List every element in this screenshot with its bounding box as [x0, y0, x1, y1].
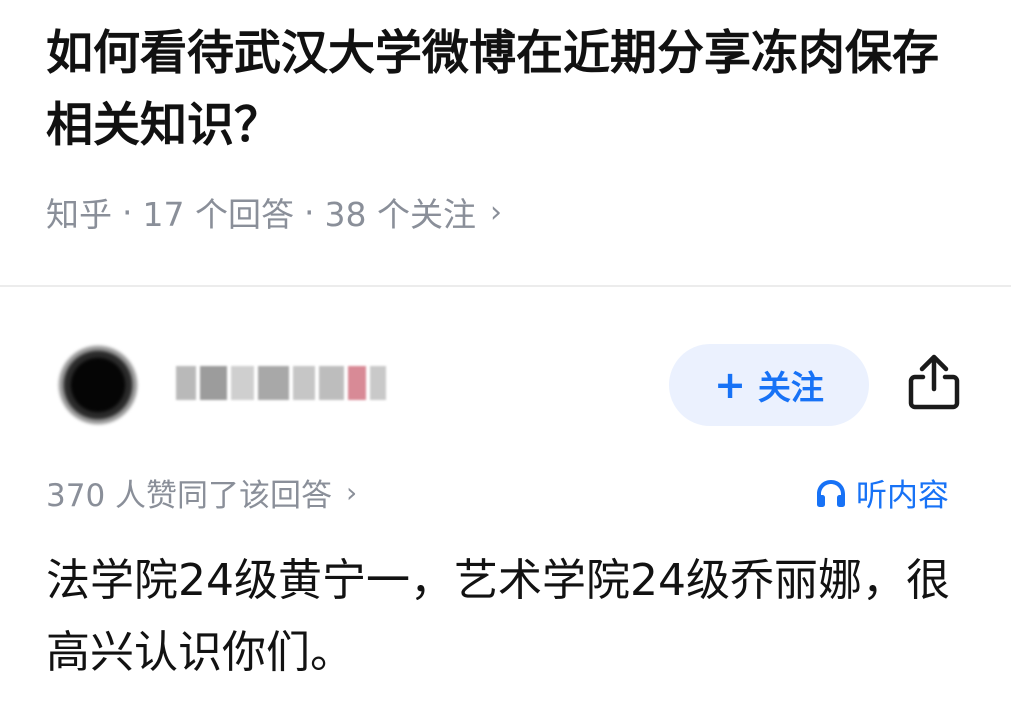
follower-count: 38 个关注 [324, 195, 476, 234]
answer-count: 17 个回答 [142, 195, 294, 234]
follow-button[interactable]: + 关注 [669, 344, 869, 426]
share-icon [908, 354, 960, 410]
avatar[interactable] [48, 335, 148, 435]
answer-text[interactable]: 法学院24级黄宁一，艺术学院24级乔丽娜，很高兴认识你们。 [46, 545, 976, 689]
question-meta[interactable]: 知乎 · 17 个回答 · 38 个关注 › [46, 188, 502, 236]
follow-label: 关注 [757, 368, 824, 407]
author-name-blurred[interactable] [176, 352, 387, 414]
headphones-icon [817, 479, 845, 507]
upvote-summary[interactable]: 370 人赞同了该回答 › [46, 470, 357, 515]
chevron-right-icon: › [346, 476, 358, 509]
share-button[interactable] [902, 350, 966, 414]
section-divider [0, 285, 1011, 287]
meta-separator: · [303, 192, 315, 232]
meta-separator: · [122, 192, 133, 232]
source-label: 知乎 [46, 195, 112, 234]
plus-icon: + [714, 363, 746, 407]
listen-button[interactable]: 听内容 [814, 470, 949, 515]
chevron-right-icon: › [489, 194, 502, 230]
question-title[interactable]: 如何看待武汉大学微博在近期分享冻肉保存相关知识？ [46, 18, 976, 162]
listen-label: 听内容 [856, 478, 949, 514]
upvote-count: 370 人赞同了该回答 [46, 478, 333, 514]
